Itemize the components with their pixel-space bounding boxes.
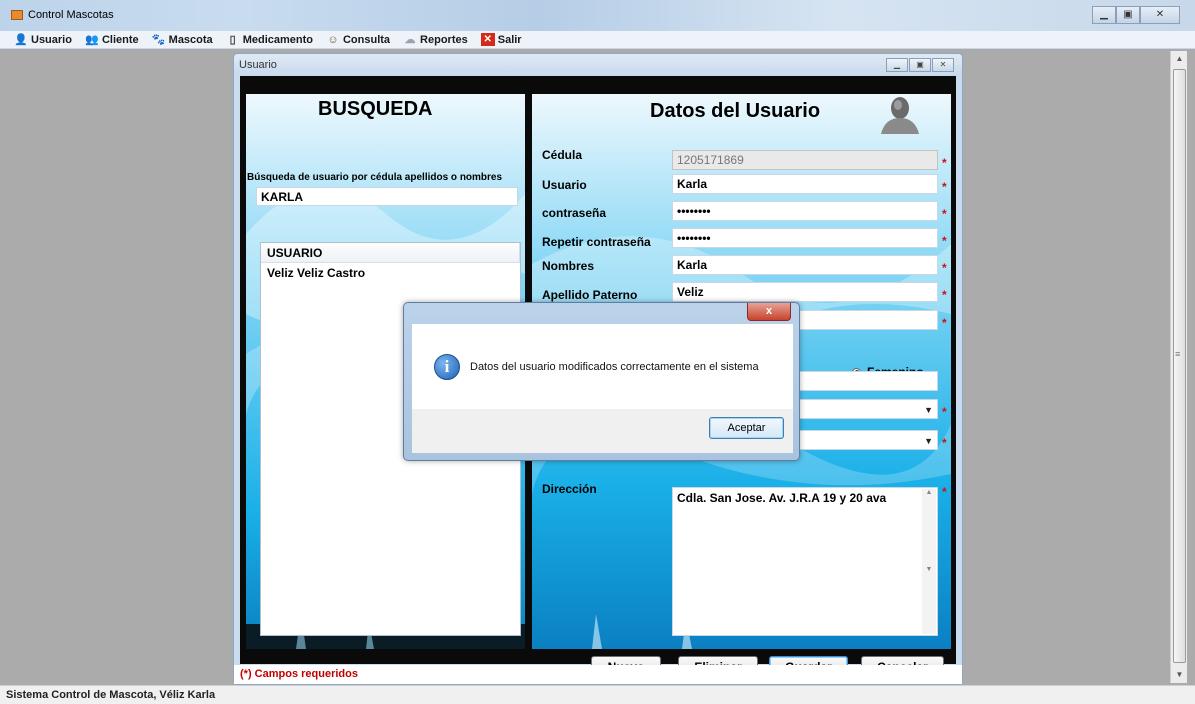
pet-icon: 🐾 <box>151 34 166 46</box>
list-item[interactable]: Veliz Veliz Castro <box>261 263 520 283</box>
repeat-password-field[interactable]: •••••••• <box>672 228 938 248</box>
scroll-thumb[interactable] <box>1173 69 1186 663</box>
chevron-down-icon: ▼ <box>924 436 933 446</box>
confirmation-dialog: x i Datos del usuario modificados correc… <box>403 302 800 461</box>
apellido-paterno-label: Apellido Paterno <box>542 288 638 302</box>
child-maximize-button[interactable]: ▣ <box>909 58 931 72</box>
dialog-footer: Aceptar <box>412 409 793 453</box>
usuario-field[interactable]: Karla <box>672 174 938 194</box>
chevron-down-icon: ▼ <box>924 405 933 415</box>
cedula-required-mark: * <box>942 156 947 170</box>
search-label: Búsqueda de usuario por cédula apellidos… <box>247 172 503 183</box>
menu-usuario[interactable]: 👤 Usuario <box>14 33 72 47</box>
cedula-label: Cédula <box>542 148 583 162</box>
menu-mascota[interactable]: 🐾 Mascota <box>151 33 213 47</box>
second-select-required-mark: * <box>942 436 947 450</box>
child-close-button[interactable]: ✕ <box>932 58 954 72</box>
password-label: contraseña <box>542 206 607 220</box>
usuario-required-mark: * <box>942 180 947 194</box>
direccion-label: Dirección <box>542 482 597 496</box>
window-controls: ▁ ▣ ✕ <box>1092 6 1180 24</box>
usuario-window-title: Usuario <box>239 59 277 71</box>
medicine-icon: ▯ <box>229 34 236 46</box>
info-icon: i <box>434 354 460 380</box>
nombres-label: Nombres <box>542 259 595 273</box>
dialog-body: i Datos del usuario modificados correcta… <box>412 324 793 409</box>
main-vertical-scrollbar[interactable]: ▲ ≡ ▼ <box>1170 51 1187 683</box>
apellido-paterno-field[interactable]: Veliz <box>672 282 938 302</box>
menu-medicamento[interactable]: ▯ Medicamento <box>226 33 313 47</box>
form-heading: Datos del Usuario <box>650 100 821 122</box>
aceptar-button[interactable]: Aceptar <box>709 417 784 439</box>
menu-cliente[interactable]: 👥 Cliente <box>85 33 139 47</box>
dialog-close-button[interactable]: x <box>747 303 791 321</box>
user-icon: 👤 <box>14 34 28 46</box>
scroll-up-icon[interactable]: ▲ <box>1171 51 1188 67</box>
direccion-field[interactable]: Cdla. San Jose. Av. J.R.A 19 y 20 ava ▲ ▼ <box>672 487 938 636</box>
usuario-window-controls: ▁ ▣ ✕ <box>885 58 954 72</box>
scroll-grip-icon: ≡ <box>1175 349 1181 359</box>
apellido-paterno-required-mark: * <box>942 288 947 302</box>
repeat-password-label: Repetir contraseña <box>542 235 651 249</box>
menu-bar: 👤 Usuario 👥 Cliente 🐾 Mascota ▯ Medicame… <box>0 31 1195 49</box>
maximize-button[interactable]: ▣ <box>1116 6 1140 24</box>
direccion-scrollbar[interactable]: ▲ ▼ <box>922 489 936 634</box>
password-field[interactable]: •••••••• <box>672 201 938 221</box>
repeat-password-required-mark: * <box>942 234 947 248</box>
scroll-down-icon[interactable]: ▼ <box>1171 667 1188 683</box>
search-heading: BUSQUEDA <box>318 98 433 120</box>
child-minimize-button[interactable]: ▁ <box>886 58 908 72</box>
direccion-required-mark: * <box>942 485 947 499</box>
first-select-required-mark: * <box>942 405 947 419</box>
consult-icon: ☺ <box>327 33 339 46</box>
reports-icon: ☁ <box>404 34 416 46</box>
required-fields-note: (*) Campos requeridos <box>234 665 962 684</box>
apellido-materno-required-mark: * <box>942 316 947 330</box>
usuario-window-titlebar: Usuario ▁ ▣ ✕ <box>234 54 962 76</box>
user-avatar-icon <box>881 97 919 134</box>
results-header: USUARIO <box>261 243 520 263</box>
minimize-button[interactable]: ▁ <box>1092 6 1116 24</box>
app-icon <box>11 10 23 20</box>
menu-consulta[interactable]: ☺ Consulta <box>326 33 390 46</box>
menu-salir[interactable]: ✕ Salir <box>480 33 522 46</box>
status-bar: Sistema Control de Mascota, Véliz Karla <box>0 685 1195 704</box>
exit-icon: ✕ <box>480 33 495 46</box>
window-titlebar: Control Mascotas ▁ ▣ ✕ <box>0 0 1195 31</box>
results-column-usuario[interactable]: USUARIO <box>261 243 520 262</box>
cedula-field[interactable]: 1205171869 <box>672 150 938 170</box>
nombres-required-mark: * <box>942 261 947 275</box>
close-button[interactable]: ✕ <box>1140 6 1180 24</box>
search-input[interactable]: KARLA <box>256 187 518 206</box>
password-required-mark: * <box>942 207 947 221</box>
window-title: Control Mascotas <box>28 9 114 21</box>
dialog-message: Datos del usuario modificados correctame… <box>470 361 759 373</box>
usuario-label: Usuario <box>542 178 587 192</box>
client-icon: 👥 <box>85 34 99 46</box>
menu-reportes[interactable]: ☁ Reportes <box>403 33 468 47</box>
nombres-field[interactable]: Karla <box>672 255 938 275</box>
